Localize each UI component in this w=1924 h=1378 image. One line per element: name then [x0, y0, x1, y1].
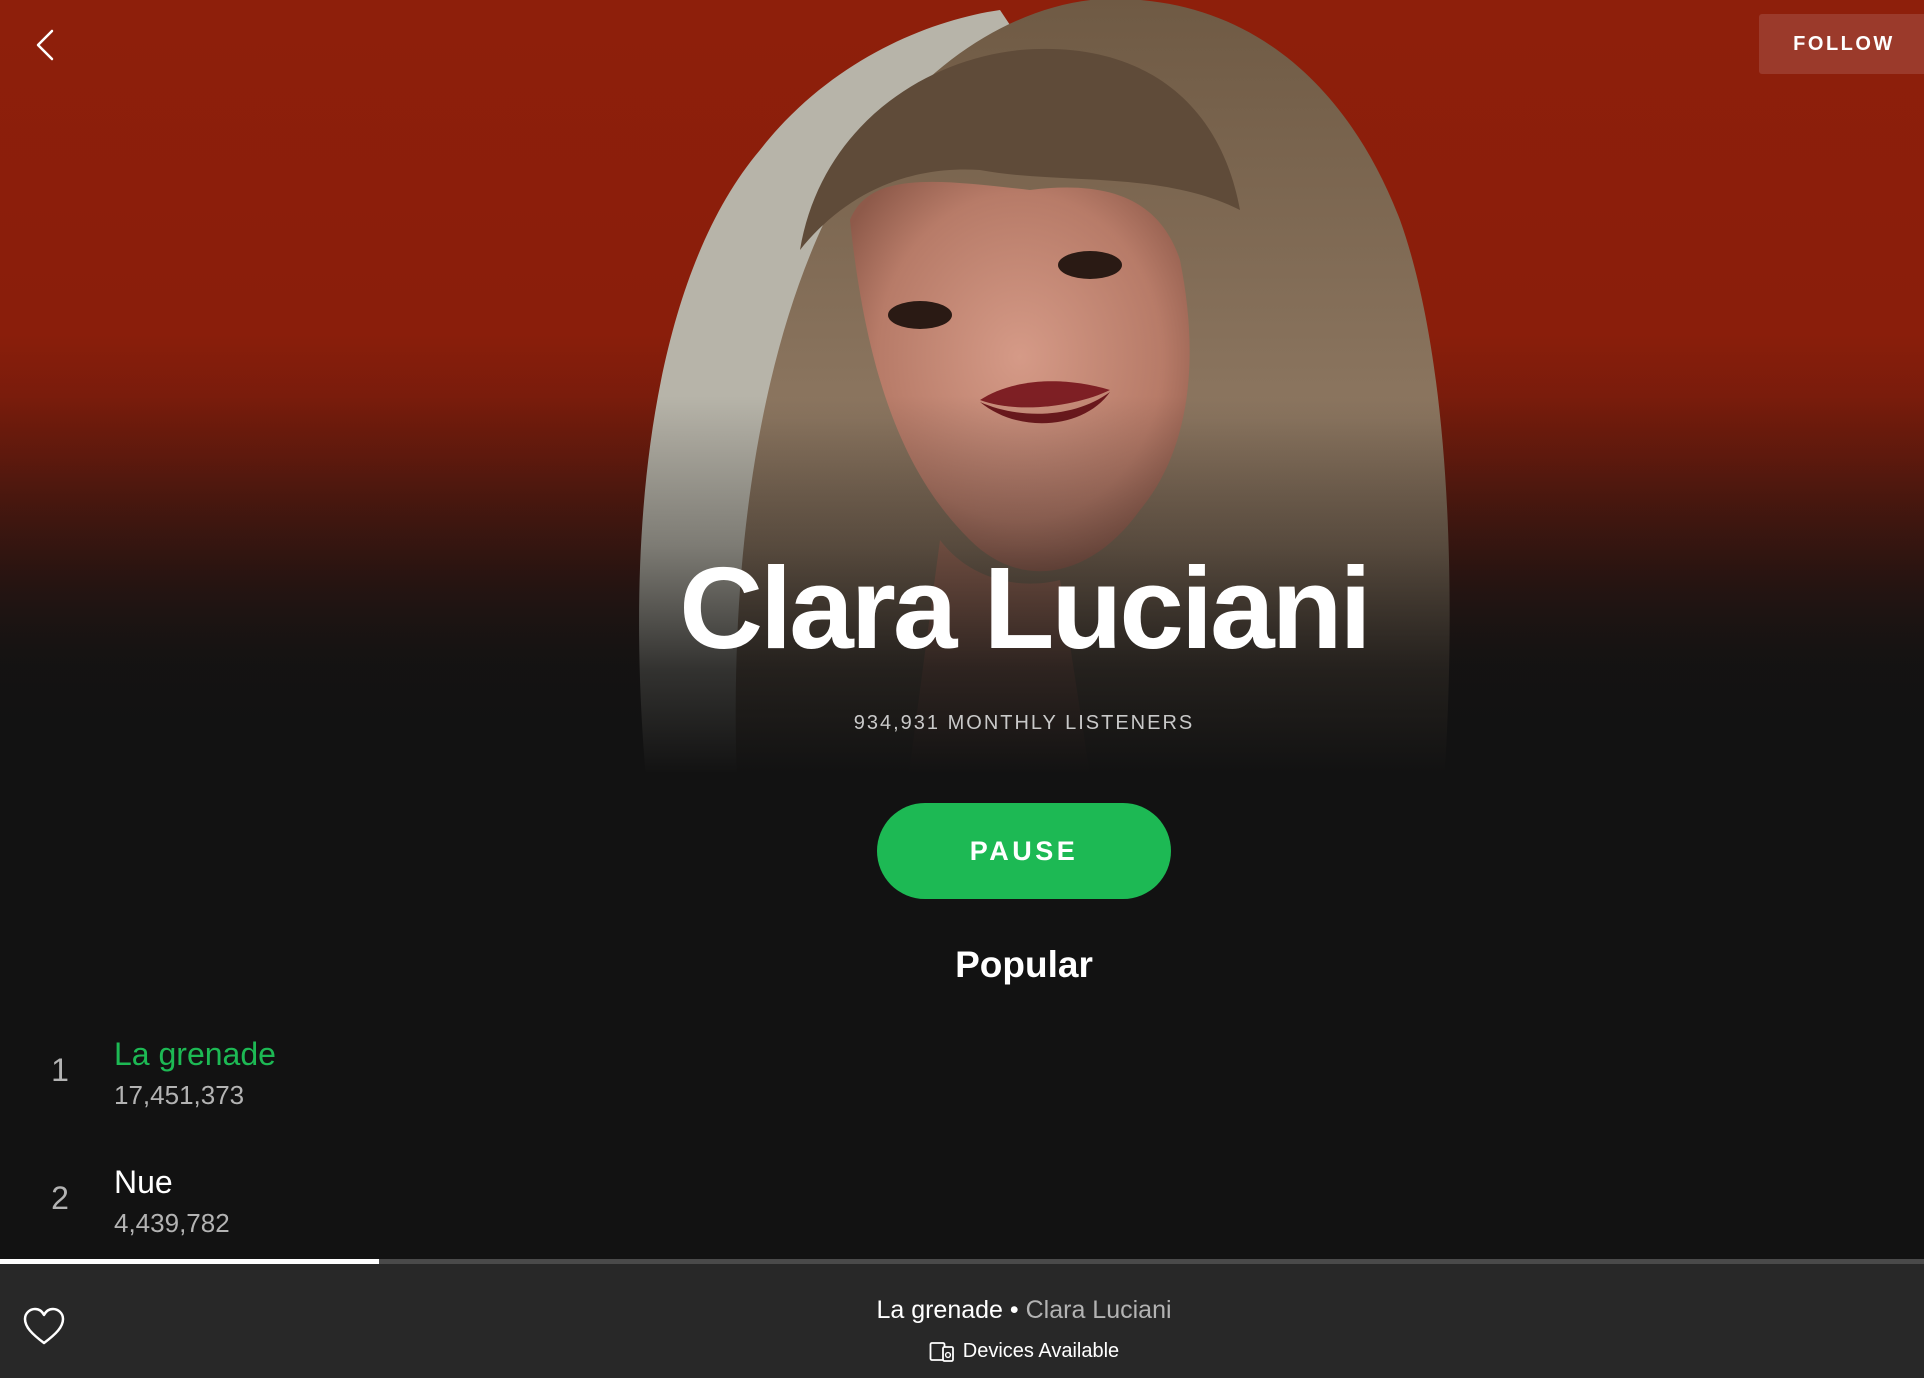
devices-icon — [929, 1341, 955, 1363]
back-button[interactable] — [24, 22, 64, 68]
hero-fade-overlay — [0, 0, 1924, 880]
track-rank: 2 — [51, 1180, 69, 1216]
track-row[interactable]: 2 Nue 4,439,782 — [0, 1158, 1924, 1270]
track-play-count: 4,439,782 — [114, 1208, 230, 1238]
track-row[interactable]: 1 La grenade 17,451,373 — [0, 1030, 1924, 1142]
pause-button[interactable]: PAUSE — [877, 803, 1171, 899]
follow-button[interactable]: FOLLOW — [1759, 14, 1924, 74]
track-play-count: 17,451,373 — [114, 1080, 245, 1110]
artist-hero — [0, 0, 1924, 880]
popular-heading: Popular — [955, 944, 1093, 985]
artist-screen: FOLLOW Clara Luciani 934,931 MONTHLY LIS… — [0, 0, 1924, 1378]
track-rank: 1 — [51, 1052, 69, 1088]
track-title: Nue — [114, 1164, 173, 1200]
devices-label: Devices Available — [962, 1340, 1120, 1362]
artist-name: Clara Luciani — [679, 543, 1371, 673]
now-playing-separator: • — [1002, 1296, 1026, 1324]
monthly-listeners: 934,931 MONTHLY LISTENERS — [853, 712, 1195, 734]
track-title: La grenade — [114, 1036, 276, 1072]
devices-available-button[interactable]: Devices Available — [0, 1340, 1924, 1363]
now-playing-artist: Clara Luciani — [1025, 1296, 1172, 1324]
now-playing-bar: La grenade • Clara Luciani Devices Avail… — [0, 1264, 1924, 1378]
chevron-left-icon — [36, 29, 54, 61]
now-playing-title: La grenade — [876, 1296, 1003, 1324]
now-playing-info[interactable]: La grenade • Clara Luciani — [0, 1296, 1924, 1325]
